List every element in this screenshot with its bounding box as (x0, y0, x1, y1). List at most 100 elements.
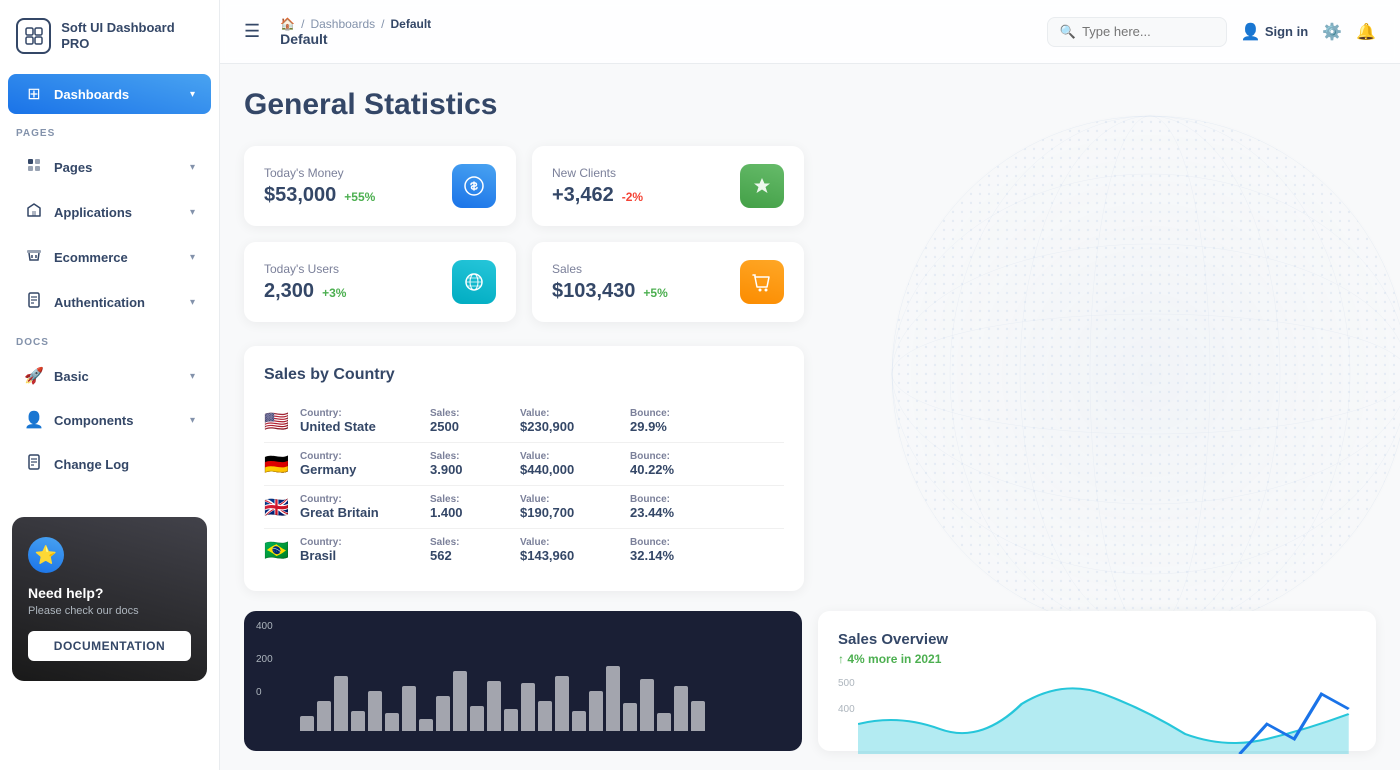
overview-chart: 500 400 (838, 674, 1356, 754)
bar (572, 711, 586, 731)
bar (589, 691, 603, 731)
bar (351, 711, 365, 731)
breadcrumb-dashboards[interactable]: Dashboards (310, 17, 375, 31)
stat-label-sales: Sales (552, 262, 668, 276)
stat-value-users: 2,300 (264, 280, 314, 303)
sales-overview-card: Sales Overview ↑ 4% more in 2021 500 400 (818, 611, 1376, 751)
signin-button[interactable]: 👤 Sign in (1241, 22, 1308, 42)
y-label-0: 0 (256, 687, 273, 698)
flag: 🇺🇸 (264, 409, 300, 434)
bell-icon: 🔔 (1356, 22, 1376, 42)
basic-label: Basic (54, 369, 89, 384)
sidebar-item-ecommerce[interactable]: Ecommerce ▾ (8, 237, 211, 278)
stat-change-clients: -2% (622, 190, 643, 204)
pages-icon (24, 157, 44, 178)
topbar-right: 🔍 👤 Sign in ⚙️ 🔔 (1047, 17, 1376, 47)
bar-chart (264, 641, 782, 731)
bar (317, 701, 331, 731)
sidebar-item-authentication[interactable]: Authentication ▾ (8, 282, 211, 323)
sidebar-item-applications[interactable]: Applications ▾ (8, 192, 211, 233)
stats-grid: Today's Money $53,000 +55% New Clients (244, 146, 804, 322)
bar (691, 701, 705, 731)
pages-chevron: ▾ (190, 162, 195, 173)
bar (555, 676, 569, 731)
bar (368, 691, 382, 731)
bar (674, 686, 688, 731)
settings-button[interactable]: ⚙️ (1322, 22, 1342, 42)
stat-icon-clients (740, 164, 784, 208)
sales-by-country-title: Sales by Country (264, 366, 784, 384)
stat-icon-money (452, 164, 496, 208)
ecommerce-icon (24, 247, 44, 268)
pages-label: Pages (54, 160, 92, 175)
sidebar-item-basic[interactable]: 🚀 Basic ▾ (8, 356, 211, 396)
auth-label: Authentication (54, 295, 145, 310)
applications-icon (24, 202, 44, 223)
notifications-button[interactable]: 🔔 (1356, 22, 1376, 42)
bar (453, 671, 467, 731)
chevron-icon: ▾ (190, 89, 195, 100)
gear-icon: ⚙️ (1322, 22, 1342, 42)
stat-card-clients: New Clients +3,462 -2% (532, 146, 804, 226)
pages-section-label: PAGES (0, 116, 219, 145)
logo-icon (16, 18, 51, 54)
sidebar-item-components[interactable]: 👤 Components ▾ (8, 400, 211, 440)
ecommerce-chevron: ▾ (190, 252, 195, 263)
stat-change-money: +55% (344, 190, 375, 204)
stat-label-money: Today's Money (264, 166, 375, 180)
sidebar-item-changelog[interactable]: Change Log (8, 444, 211, 485)
bar (623, 703, 637, 731)
help-subtitle: Please check our docs (28, 605, 191, 617)
bar (521, 683, 535, 731)
components-label: Components (54, 413, 133, 428)
bar (402, 686, 416, 731)
general-statistics-title: General Statistics (244, 88, 1376, 122)
flag: 🇬🇧 (264, 495, 300, 520)
stat-icon-sales (740, 260, 784, 304)
basic-chevron: ▾ (190, 371, 195, 382)
bar (300, 716, 314, 731)
logo-text: Soft UI Dashboard PRO (61, 20, 203, 51)
stat-label-clients: New Clients (552, 166, 643, 180)
stat-card-users: Today's Users 2,300 +3% (244, 242, 516, 322)
country-rows: 🇺🇸 Country: United State Sales: 2500 Val… (264, 400, 784, 571)
documentation-button[interactable]: DOCUMENTATION (28, 631, 191, 661)
ecommerce-label: Ecommerce (54, 250, 128, 265)
docs-section-label: DOCS (0, 325, 219, 354)
search-icon: 🔍 (1060, 24, 1076, 40)
basic-icon: 🚀 (24, 366, 44, 386)
sidebar-logo: Soft UI Dashboard PRO (0, 0, 219, 72)
bar-chart-card: 400 200 0 (244, 611, 802, 751)
stat-card-money: Today's Money $53,000 +55% (244, 146, 516, 226)
sidebar-item-pages[interactable]: Pages ▾ (8, 147, 211, 188)
breadcrumb-current: Default (391, 17, 432, 31)
applications-chevron: ▾ (190, 207, 195, 218)
bar (538, 701, 552, 731)
sidebar-help-card: ⭐ Need help? Please check our docs DOCUM… (12, 517, 207, 681)
stat-value-clients: +3,462 (552, 184, 614, 207)
dashboards-icon: ⊞ (24, 84, 44, 104)
stat-label-users: Today's Users (264, 262, 346, 276)
auth-icon (24, 292, 44, 313)
sidebar: Soft UI Dashboard PRO ⊞ Dashboards ▾ PAG… (0, 0, 220, 770)
home-icon: 🏠 (280, 17, 295, 31)
overview-change-label: 4% more in 2021 (847, 652, 941, 666)
components-chevron: ▾ (190, 415, 195, 426)
search-box[interactable]: 🔍 (1047, 17, 1227, 47)
country-row: 🇩🇪 Country: Germany Sales: 3.900 Value: … (264, 443, 784, 486)
bar (470, 706, 484, 731)
sidebar-item-dashboards[interactable]: ⊞ Dashboards ▾ (8, 74, 211, 114)
changelog-icon (24, 454, 44, 475)
y-label-400: 400 (256, 621, 273, 632)
overview-change: ↑ 4% more in 2021 (838, 652, 1356, 666)
stat-card-sales: Sales $103,430 +5% (532, 242, 804, 322)
bar (504, 709, 518, 731)
bar (657, 713, 671, 731)
chart-y-labels: 400 200 0 (256, 621, 273, 698)
search-input[interactable] (1082, 24, 1212, 39)
hamburger-icon[interactable]: ☰ (244, 21, 260, 42)
stat-change-users: +3% (322, 286, 346, 300)
bar (419, 719, 433, 731)
user-icon: 👤 (1241, 22, 1261, 42)
main-area: ☰ 🏠 / Dashboards / Default Default 🔍 👤 S… (220, 0, 1400, 770)
